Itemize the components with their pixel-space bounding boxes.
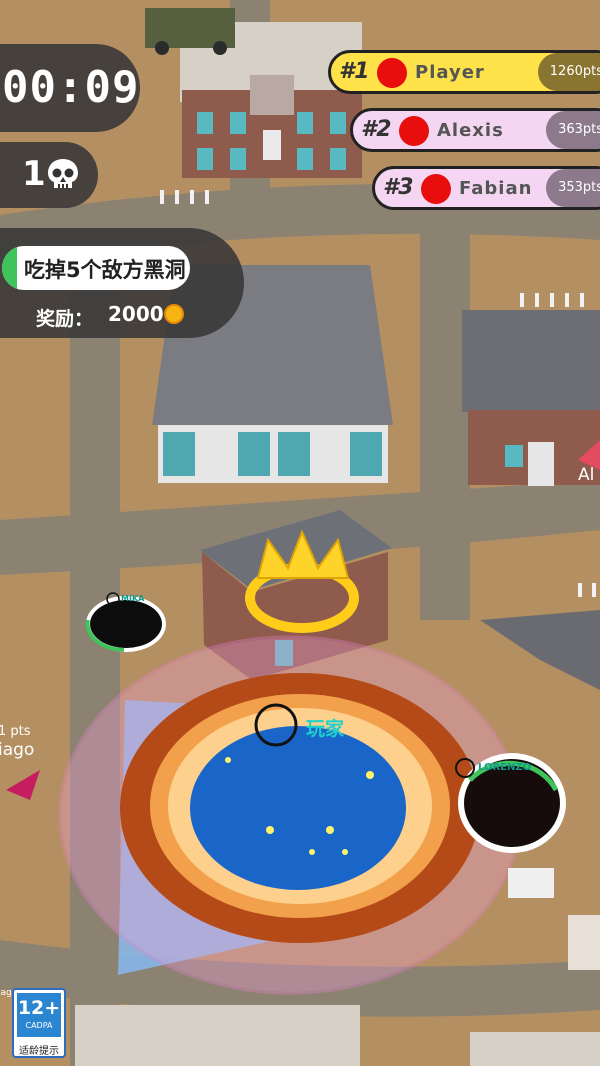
mission-text: 吃掉5个敌方黑洞 bbox=[24, 258, 186, 282]
leaderboard-row-1: #1 Player 1260pts bbox=[328, 50, 600, 94]
mission-progress-fill bbox=[2, 246, 18, 290]
age-rating-badge: 12+ CADPA 适龄提示 bbox=[12, 988, 66, 1058]
mission-panel: 吃掉5个敌方黑洞 奖励： 2000 bbox=[0, 228, 244, 338]
age-rating-caption: 适龄提示 bbox=[19, 1046, 59, 1057]
building-bottom-right bbox=[470, 1032, 600, 1066]
timer-text: 00:09 bbox=[2, 62, 140, 113]
age-rating-box: 12+ CADPA bbox=[17, 993, 61, 1037]
army-truck bbox=[145, 8, 235, 55]
leaderboard-name: Player bbox=[415, 62, 485, 83]
player-name-label: 玩家 bbox=[306, 718, 345, 740]
offscreen-points: 1 pts bbox=[0, 724, 31, 739]
offscreen-arrow-left bbox=[6, 770, 40, 800]
skull-icon bbox=[48, 159, 78, 188]
building-bottom bbox=[75, 1005, 360, 1066]
kill-counter: 1 bbox=[0, 142, 98, 208]
coin-icon bbox=[164, 304, 184, 324]
kill-count: 1 bbox=[22, 154, 46, 194]
leaderboard-row-3: #3 Fabian 353pts bbox=[372, 166, 600, 210]
leaderboard-rank: #2 bbox=[361, 117, 392, 142]
leaderboard-points: 363pts bbox=[546, 111, 600, 149]
enemy-name-label: LORENZO bbox=[478, 762, 532, 773]
age-rating-org: CADPA bbox=[25, 1021, 53, 1030]
offscreen-name: iago bbox=[0, 740, 35, 760]
offscreen-name: Al bbox=[578, 465, 595, 485]
leaderboard-points: 1260pts bbox=[537, 53, 600, 91]
enemy-name-label: MIKA bbox=[121, 594, 145, 603]
leaderboard-rank: #1 bbox=[339, 59, 370, 84]
player-hole bbox=[120, 673, 480, 943]
reward-value: 2000 bbox=[108, 302, 164, 326]
dog-prop bbox=[508, 868, 554, 898]
leaderboard-name: Fabian bbox=[459, 178, 533, 199]
player-color-dot bbox=[421, 174, 451, 204]
leaderboard-row-2: #2 Alexis 363pts bbox=[350, 108, 600, 152]
leaderboard-name: Alexis bbox=[437, 120, 504, 141]
age-rating-label: 12+ bbox=[17, 997, 61, 1019]
mission-progress-bar: 吃掉5个敌方黑洞 bbox=[2, 246, 190, 290]
player-color-dot bbox=[377, 58, 407, 88]
reward-label: 奖励： bbox=[36, 308, 94, 330]
plane-wing bbox=[480, 610, 600, 690]
leaderboard-rank: #3 bbox=[383, 175, 414, 200]
leaderboard-points: 353pts bbox=[546, 169, 600, 207]
timer-panel: 00:09 bbox=[0, 44, 140, 132]
crate-prop bbox=[568, 915, 600, 970]
player-color-dot bbox=[399, 116, 429, 146]
